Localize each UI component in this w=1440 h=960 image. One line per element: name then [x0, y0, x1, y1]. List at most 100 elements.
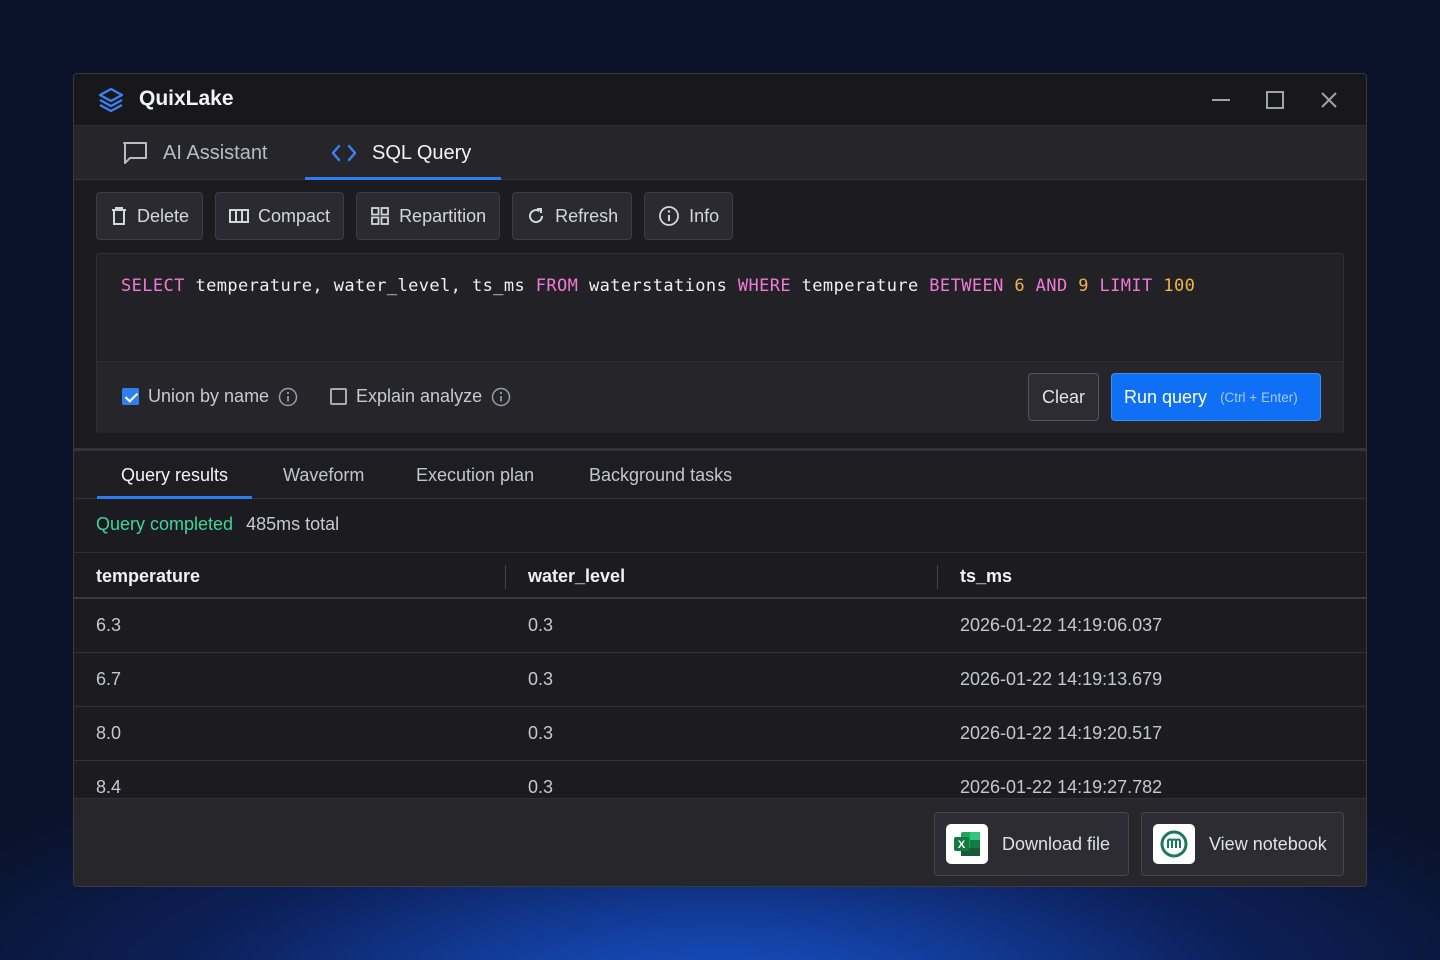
cell-water-level: 0.3 [528, 777, 554, 797]
app-title: QuixLake [139, 87, 234, 110]
query-options-bar: Union by name Explain analyze Clear Run [97, 361, 1343, 433]
sql-identifier [1153, 276, 1164, 296]
info-button[interactable]: Info [644, 192, 734, 240]
table-toolbar: Delete Compact Repartition Refresh Info [96, 192, 734, 240]
delete-label: Delete [137, 205, 190, 226]
status-badge: Query completed [96, 514, 234, 534]
cell-temperature: 6.7 [96, 669, 122, 689]
sql-identifier [1068, 276, 1079, 296]
trash-icon [112, 207, 126, 225]
sql-identifier [1025, 276, 1036, 296]
refresh-icon [529, 208, 544, 224]
column-resize-handle[interactable] [937, 565, 938, 589]
compact-label: Compact [258, 205, 331, 226]
sql-editor[interactable]: SELECT temperature, water_level, ts_ms F… [96, 253, 1344, 433]
columns-icon [229, 209, 250, 223]
cell-temperature: 8.4 [96, 777, 122, 797]
explain-analyze-option[interactable]: Explain analyze [330, 386, 511, 407]
excel-icon: X [946, 824, 988, 864]
title-bar: QuixLake [74, 74, 1366, 126]
sql-keyword: FROM [535, 276, 579, 296]
maximize-icon[interactable] [1263, 88, 1287, 112]
union-by-name-checkbox[interactable] [122, 388, 139, 405]
results-table: temperature water_level ts_ms 6.3 0.3 20… [74, 552, 1366, 800]
close-icon[interactable] [1317, 88, 1341, 112]
union-by-name-label: Union by name [148, 386, 270, 406]
sql-number: 9 [1078, 276, 1089, 296]
sql-keyword: WHERE [737, 276, 792, 296]
info-icon[interactable] [278, 387, 298, 407]
svg-text:X: X [958, 839, 966, 851]
main-tab-bar: AI Assistant SQL Query [74, 126, 1366, 180]
clear-button[interactable]: Clear [1028, 373, 1099, 421]
sql-keyword: LIMIT [1099, 276, 1153, 296]
column-header-ts-ms[interactable]: ts_ms [960, 566, 1012, 587]
table-header: temperature water_level ts_ms [74, 552, 1366, 599]
sql-identifier [1089, 276, 1100, 296]
tab-background-tasks[interactable]: Background tasks [589, 451, 732, 499]
cell-ts-ms: 2026-01-22 14:19:06.037 [960, 615, 1163, 635]
refresh-button[interactable]: Refresh [512, 192, 633, 240]
sql-identifier: temperature [791, 276, 930, 296]
repartition-label: Repartition [399, 205, 487, 226]
table-row[interactable]: 8.0 0.3 2026-01-22 14:19:20.517 [74, 707, 1366, 761]
cell-water-level: 0.3 [528, 669, 554, 689]
table-row[interactable]: 8.4 0.3 2026-01-22 14:19:27.782 [74, 761, 1366, 800]
tab-execution-plan[interactable]: Execution plan [416, 451, 534, 499]
table-row[interactable]: 6.7 0.3 2026-01-22 14:19:13.679 [74, 653, 1366, 707]
minimize-icon[interactable] [1209, 88, 1233, 112]
cell-ts-ms: 2026-01-22 14:19:20.517 [960, 723, 1163, 743]
sql-identifier: waterstations [578, 276, 738, 296]
explain-analyze-checkbox[interactable] [330, 388, 347, 405]
tab-query-results[interactable]: Query results [96, 451, 253, 499]
results-footer: X Download file View notebook [74, 798, 1366, 886]
sql-number: 100 [1163, 276, 1196, 296]
explain-analyze-label: Explain analyze [356, 386, 483, 406]
sql-keyword: AND [1035, 276, 1068, 296]
sql-identifier [1004, 276, 1015, 296]
cell-water-level: 0.3 [528, 615, 554, 635]
info-label: Info [689, 205, 720, 226]
sql-keyword: BETWEEN [929, 276, 1004, 296]
sql-code[interactable]: SELECT temperature, water_level, ts_ms F… [121, 276, 1195, 296]
view-notebook-button[interactable]: View notebook [1141, 812, 1344, 876]
tab-ai-assistant[interactable]: AI Assistant [121, 126, 268, 180]
grid-icon [371, 207, 389, 225]
code-icon [331, 144, 357, 162]
column-header-temperature[interactable]: temperature [96, 566, 200, 587]
sql-number: 6 [1014, 276, 1026, 296]
cell-water-level: 0.3 [528, 723, 554, 743]
cell-temperature: 6.3 [96, 615, 122, 635]
repartition-button[interactable]: Repartition [356, 192, 501, 240]
info-icon [659, 206, 680, 226]
cell-ts-ms: 2026-01-22 14:19:13.679 [960, 669, 1163, 689]
tab-sql-query-label: SQL Query [372, 141, 472, 164]
delete-button[interactable]: Delete [96, 192, 204, 240]
view-notebook-label: View notebook [1209, 833, 1327, 854]
sql-identifier: temperature, water_level, ts_ms [184, 276, 536, 296]
run-query-label: Run query [1124, 386, 1208, 407]
refresh-label: Refresh [555, 205, 619, 226]
union-by-name-option[interactable]: Union by name [122, 386, 298, 407]
cell-ts-ms: 2026-01-22 14:19:27.782 [960, 777, 1163, 797]
results-tab-bar: Query results Waveform Execution plan Ba… [74, 448, 1366, 499]
download-file-button[interactable]: X Download file [934, 812, 1129, 876]
sql-keyword: SELECT [121, 276, 185, 296]
column-header-water-level[interactable]: water_level [528, 566, 625, 587]
tab-waveform[interactable]: Waveform [283, 451, 364, 499]
cell-temperature: 8.0 [96, 723, 122, 743]
info-icon[interactable] [491, 387, 511, 407]
query-duration: 485ms total [246, 514, 340, 534]
run-query-shortcut-hint: (Ctrl + Enter) [1220, 389, 1298, 405]
quixlake-window: QuixLake AI Assistant SQL Query Delete C… [73, 73, 1367, 887]
download-file-label: Download file [1002, 833, 1111, 854]
query-status: Query completed 485ms total [96, 514, 339, 535]
marimo-notebook-icon [1153, 824, 1195, 864]
tab-ai-assistant-label: AI Assistant [163, 141, 268, 164]
column-resize-handle[interactable] [505, 565, 506, 589]
table-row[interactable]: 6.3 0.3 2026-01-22 14:19:06.037 [74, 599, 1366, 653]
tab-sql-query[interactable]: SQL Query [305, 126, 501, 180]
compact-button[interactable]: Compact [215, 192, 345, 240]
run-query-button[interactable]: Run query (Ctrl + Enter) [1111, 373, 1321, 421]
chat-icon [123, 142, 147, 164]
